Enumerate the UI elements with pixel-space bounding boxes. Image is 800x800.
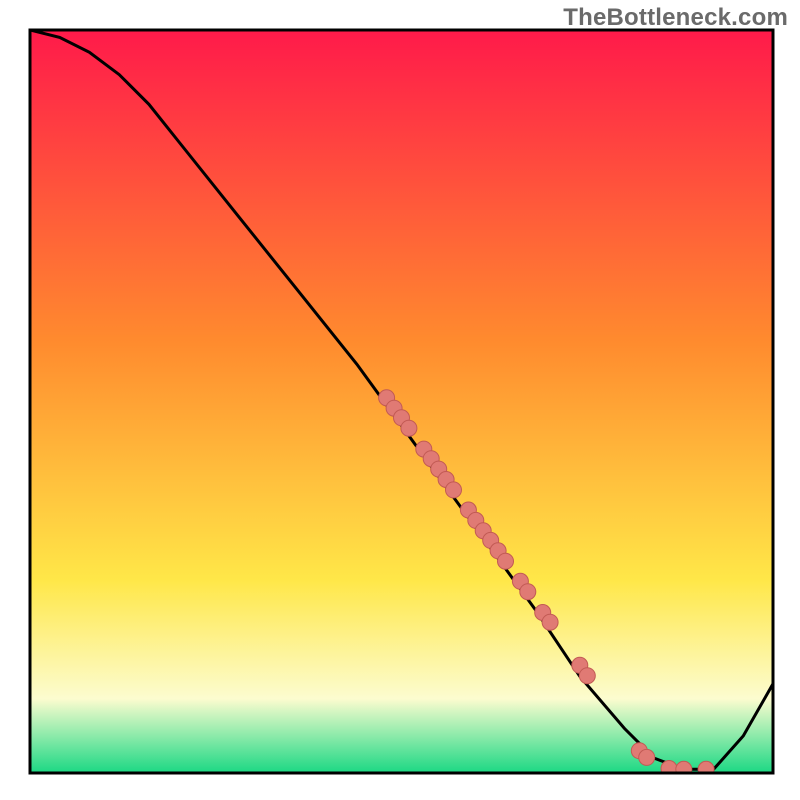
- data-point: [542, 614, 558, 630]
- data-point: [498, 553, 514, 569]
- data-point: [520, 584, 536, 600]
- gradient-background: [30, 30, 773, 773]
- data-point: [579, 668, 595, 684]
- bottleneck-chart: [0, 0, 800, 800]
- data-point: [676, 761, 692, 777]
- data-point: [446, 482, 462, 498]
- chart-container: TheBottleneck.com: [0, 0, 800, 800]
- data-point: [698, 761, 714, 777]
- data-point: [401, 420, 417, 436]
- data-point: [639, 749, 655, 765]
- watermark-text: TheBottleneck.com: [563, 4, 788, 32]
